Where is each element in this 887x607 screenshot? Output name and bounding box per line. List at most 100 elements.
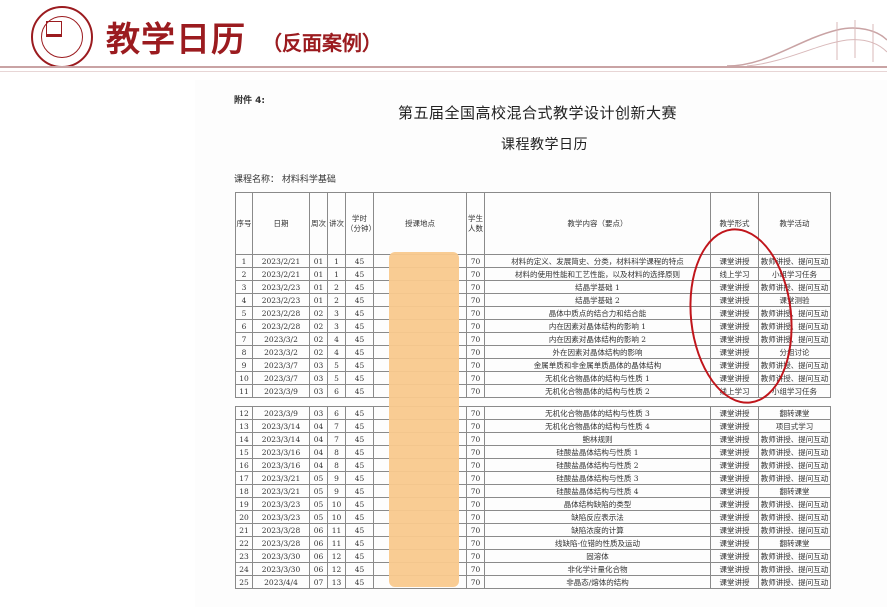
cell-form: 课堂讲授 xyxy=(710,419,759,433)
cell-students: 70 xyxy=(466,497,485,511)
cell-students: 70 xyxy=(466,332,485,346)
cell-date: 2023/2/23 xyxy=(252,280,310,294)
cell-students: 70 xyxy=(466,280,485,294)
cell-lecture: 6 xyxy=(327,406,346,420)
cell-form: 课堂讲授 xyxy=(710,471,759,485)
cell-activity: 教师讲授、提问互动 xyxy=(758,445,831,459)
table-row: 21 2023/3/28 06 11 45 70 缺陷浓度的计算 课堂讲授 教师讲授、提问互动 xyxy=(235,523,831,537)
cell-seq: 10 xyxy=(235,371,253,385)
cell-date: 2023/3/21 xyxy=(252,471,310,485)
cell-date: 2023/3/30 xyxy=(252,549,310,563)
cell-hours: 45 xyxy=(345,280,374,294)
cell-seq: 7 xyxy=(235,332,253,346)
cell-content: 固溶体 xyxy=(484,549,711,563)
cell-students: 70 xyxy=(466,445,485,459)
cell-date: 2023/3/16 xyxy=(252,445,310,459)
cell-students: 70 xyxy=(466,345,485,359)
cell-activity: 翻转课堂 xyxy=(758,536,831,550)
cell-seq: 25 xyxy=(235,575,253,589)
cell-seq: 19 xyxy=(235,497,253,511)
table-row: 15 2023/3/16 04 8 45 70 硅酸盐晶体结构与性质 1 课堂讲授 教师讲授、提… xyxy=(235,445,831,459)
cell-content: 外在因素对晶体结构的影响 xyxy=(484,345,711,359)
cell-students: 70 xyxy=(466,432,485,446)
cell-lecture: 10 xyxy=(327,510,346,524)
cell-students: 70 xyxy=(466,523,485,537)
cell-seq: 17 xyxy=(235,471,253,485)
cell-seq: 8 xyxy=(235,345,253,359)
cell-week: 01 xyxy=(309,254,328,268)
cell-date: 2023/4/4 xyxy=(252,575,310,589)
cell-hours: 45 xyxy=(345,510,374,524)
cell-content: 鲍林规则 xyxy=(484,432,711,446)
cell-lecture: 4 xyxy=(327,332,346,346)
cell-date: 2023/2/28 xyxy=(252,319,310,333)
cell-date: 2023/3/14 xyxy=(252,419,310,433)
cell-form: 课堂讲授 xyxy=(710,497,759,511)
document-title: 第五届全国高校混合式教学设计创新大赛 xyxy=(398,104,678,122)
table-row: 24 2023/3/30 06 12 45 70 非化学计量化合物 课堂讲授 教师讲授、提问互动 xyxy=(235,562,831,576)
cell-form: 课堂讲授 xyxy=(710,510,759,524)
cell-week: 04 xyxy=(309,432,328,446)
cell-students: 70 xyxy=(466,293,485,307)
cell-week: 06 xyxy=(309,562,328,576)
cell-content: 金属单质和非金属单质晶体的晶体结构 xyxy=(484,358,711,372)
cell-date: 2023/3/9 xyxy=(252,406,310,420)
cell-week: 01 xyxy=(309,293,328,307)
table-row: 17 2023/3/21 05 9 45 70 硅酸盐晶体结构与性质 3 课堂讲授 教师讲授、提… xyxy=(235,471,831,485)
attachment-label: 附件 4: xyxy=(234,96,265,106)
cell-week: 05 xyxy=(309,484,328,498)
header-week: 周次 xyxy=(309,192,328,255)
cell-activity: 教师讲授、提问互动 xyxy=(758,510,831,524)
cell-students: 70 xyxy=(466,510,485,524)
cell-hours: 45 xyxy=(345,332,374,346)
course-name: 课程名称： 材料科学基础 xyxy=(234,175,336,185)
cell-form: 课堂讲授 xyxy=(710,575,759,589)
logo-building-icon xyxy=(46,21,62,37)
cell-seq: 3 xyxy=(235,280,253,294)
cell-seq: 4 xyxy=(235,293,253,307)
cell-content: 硅酸盐晶体结构与性质 3 xyxy=(484,471,711,485)
cell-week: 01 xyxy=(309,280,328,294)
cell-date: 2023/3/28 xyxy=(252,523,310,537)
header-lecture: 讲次 xyxy=(327,192,346,255)
cell-activity: 翻转课堂 xyxy=(758,406,831,420)
cell-week: 07 xyxy=(309,575,328,589)
table-row: 22 2023/3/28 06 11 45 70 线缺陷-位错的性质及运动 课堂讲授 翻转课堂 xyxy=(235,536,831,550)
cell-date: 2023/2/23 xyxy=(252,293,310,307)
slide-subtitle: （反面案例） xyxy=(262,31,382,55)
cell-week: 03 xyxy=(309,371,328,385)
cell-week: 05 xyxy=(309,497,328,511)
table-row: 20 2023/3/23 05 10 45 70 缺陷反应表示法 课堂讲授 教师讲授、提问互动 xyxy=(235,510,831,524)
cell-seq: 20 xyxy=(235,510,253,524)
cell-students: 70 xyxy=(466,306,485,320)
cell-activity: 教师讲授、提问互动 xyxy=(758,432,831,446)
cell-content: 材料的使用性能和工艺性能，以及材料的选择原则 xyxy=(484,267,711,281)
cell-students: 70 xyxy=(466,384,485,398)
cell-seq: 13 xyxy=(235,419,253,433)
cell-seq: 1 xyxy=(235,254,253,268)
cell-date: 2023/3/30 xyxy=(252,562,310,576)
cell-hours: 45 xyxy=(345,575,374,589)
cell-lecture: 1 xyxy=(327,254,346,268)
cell-lecture: 9 xyxy=(327,484,346,498)
cell-hours: 45 xyxy=(345,432,374,446)
decorative-swirl-icon xyxy=(727,20,887,67)
cell-seq: 15 xyxy=(235,445,253,459)
cell-lecture: 10 xyxy=(327,497,346,511)
cell-students: 70 xyxy=(466,254,485,268)
cell-content: 线缺陷-位错的性质及运动 xyxy=(484,536,711,550)
header-divider xyxy=(0,66,887,68)
cell-hours: 45 xyxy=(345,254,374,268)
cell-hours: 45 xyxy=(345,306,374,320)
cell-form: 课堂讲授 xyxy=(710,536,759,550)
cell-lecture: 9 xyxy=(327,471,346,485)
cell-form: 课堂讲授 xyxy=(710,458,759,472)
cell-content: 无机化合物晶体的结构与性质 3 xyxy=(484,406,711,420)
cell-lecture: 2 xyxy=(327,280,346,294)
slide-title: 教学日历 xyxy=(106,20,246,60)
cell-hours: 45 xyxy=(345,471,374,485)
table-row: 19 2023/3/23 05 10 45 70 晶体结构缺陷的类型 课堂讲授 教师讲授、提问互… xyxy=(235,497,831,511)
cell-content: 缺陷反应表示法 xyxy=(484,510,711,524)
cell-hours: 45 xyxy=(345,293,374,307)
cell-date: 2023/3/2 xyxy=(252,332,310,346)
